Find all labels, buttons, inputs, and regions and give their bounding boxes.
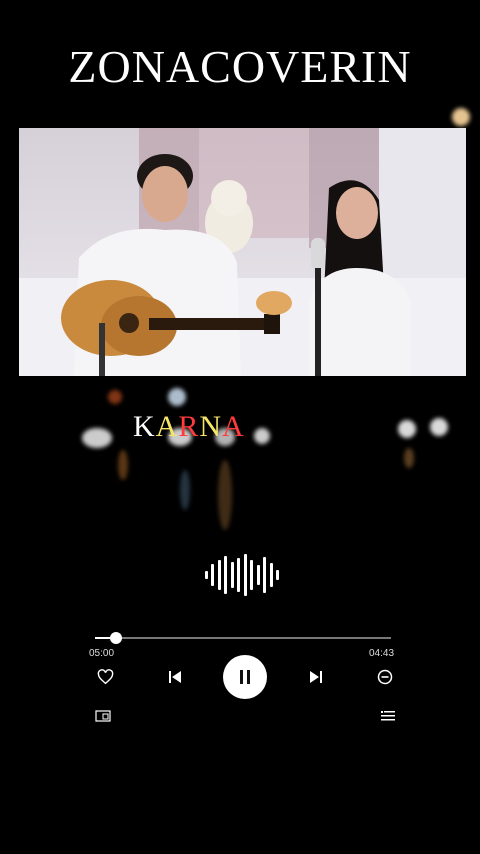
lyric-letter: N bbox=[199, 410, 223, 443]
lyric-letter: A bbox=[155, 410, 179, 443]
screen-mirror-icon bbox=[95, 710, 111, 722]
lyric-letter: R bbox=[178, 410, 200, 443]
remove-button[interactable] bbox=[375, 667, 395, 687]
previous-button[interactable] bbox=[165, 667, 185, 687]
like-button[interactable] bbox=[95, 667, 115, 687]
screen-mirror-button[interactable] bbox=[93, 708, 113, 724]
lyric-letter: A bbox=[222, 410, 245, 443]
lyric-text: KARNA bbox=[133, 410, 245, 444]
total-time: 04:43 bbox=[369, 648, 395, 659]
video-thumbnail[interactable] bbox=[19, 128, 466, 376]
progress-knob[interactable] bbox=[109, 632, 122, 644]
channel-title: ZONACOVERIN bbox=[68, 41, 412, 92]
lyric-letter: K bbox=[133, 410, 156, 443]
skip-next-icon bbox=[310, 671, 322, 683]
pause-icon bbox=[240, 670, 250, 684]
video-scene bbox=[19, 128, 466, 376]
next-button[interactable] bbox=[306, 667, 326, 687]
playlist-icon bbox=[381, 711, 395, 721]
audio-waveform-icon bbox=[205, 552, 279, 598]
progress-slider[interactable] bbox=[95, 632, 391, 644]
play-pause-button[interactable] bbox=[223, 655, 267, 699]
playlist-button[interactable] bbox=[378, 708, 398, 724]
minus-circle-icon bbox=[377, 669, 393, 685]
heart-icon bbox=[97, 669, 113, 685]
skip-previous-icon bbox=[169, 671, 181, 683]
elapsed-time: 05:00 bbox=[89, 648, 115, 659]
